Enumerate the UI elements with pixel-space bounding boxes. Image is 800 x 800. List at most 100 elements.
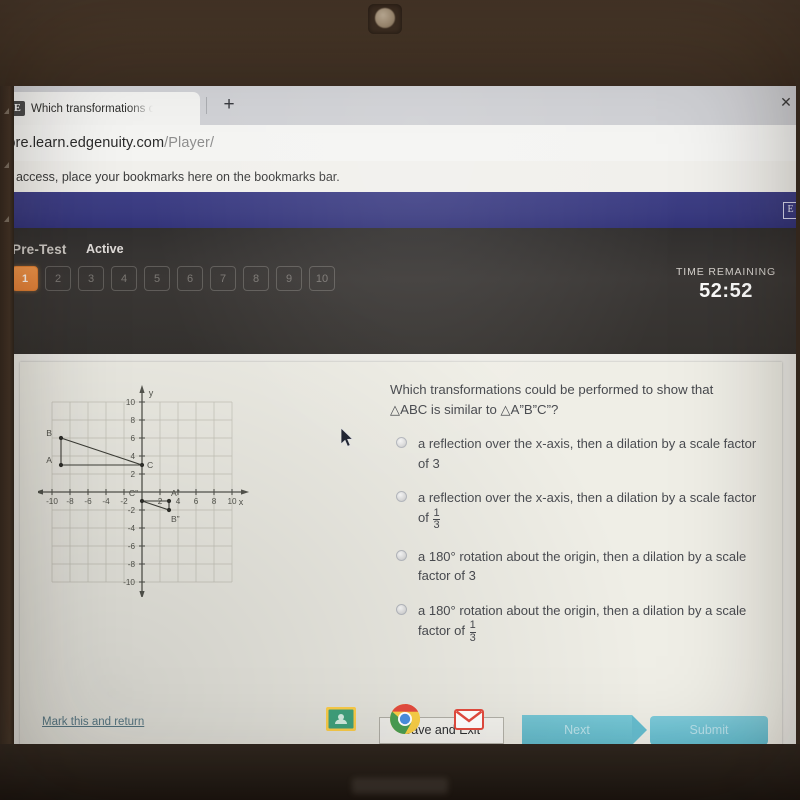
answer-option-label-4: a 180° rotation about the origin, then a… [418, 602, 747, 644]
vertex-point-C [139, 462, 145, 468]
webcam-icon [375, 8, 395, 28]
y-tick-label: -2 [128, 506, 136, 515]
time-remaining-value: 52:52 [699, 280, 753, 302]
laptop-bottom-bezel [0, 744, 800, 800]
question-column: Which transformations could be performed… [390, 380, 762, 659]
x-tick-label: 8 [212, 497, 217, 506]
time-remaining: TIME REMAINING 52:52 [666, 266, 786, 303]
y-tick-label: 10 [126, 398, 136, 407]
question-text: Which transformations could be performed… [390, 380, 762, 419]
laptop-screen: E Which transformations could be ✕ + cor… [0, 86, 800, 746]
graph-svg: -10 -8 -6 -4 -2 2 4 6 8 10108642-2-4-6-8-10xyABCC… [34, 384, 250, 600]
tab-divider [206, 97, 207, 114]
laptop-photo: E Which transformations could be ✕ + cor… [0, 0, 800, 800]
y-tick-label: 4 [130, 452, 135, 461]
site-navbar: E [0, 192, 800, 228]
x-axis-arrow-negative [34, 489, 43, 495]
x-axis-arrow [241, 489, 250, 495]
y-tick-label: -4 [128, 524, 136, 533]
x-axis-label: x [239, 497, 244, 507]
answer-option-label-3: a 180° rotation about the origin, then a… [418, 548, 747, 584]
bookmarks-hint-text: ck access, place your bookmarks here on … [0, 169, 340, 184]
url-path: /Player/ [164, 135, 215, 151]
edge-marker-icon [4, 108, 9, 114]
vertex-label-C”: C” [129, 488, 138, 498]
question-number-8[interactable]: 8 [243, 266, 269, 291]
radio-button-1[interactable] [396, 437, 407, 449]
fraction-2: 13 [433, 507, 440, 532]
close-icon[interactable]: ✕ [779, 95, 793, 109]
question-number-1[interactable]: 1 [12, 266, 38, 291]
vertex-point-B” [166, 507, 172, 513]
y-tick-label: 2 [130, 470, 135, 479]
question-number-9[interactable]: 9 [276, 266, 302, 291]
y-tick-label: -10 [123, 578, 135, 587]
os-taskbar [14, 692, 796, 746]
answer-option-3[interactable]: a 180° rotation about the origin, then a… [390, 547, 762, 586]
x-tick-label: -2 [120, 497, 128, 506]
vertex-point-C” [139, 498, 145, 504]
browser-tab-strip: E Which transformations could be ✕ + [0, 86, 800, 125]
question-number-3[interactable]: 3 [78, 266, 104, 291]
fraction-denominator: 3 [433, 519, 440, 532]
y-axis-arrow [139, 384, 145, 393]
browser-tab[interactable]: E Which transformations could be [4, 92, 200, 125]
browser-omnibox[interactable]: core.learn.edgenuity.com/Player/ [0, 125, 800, 161]
quiz-header: Pre-Test Active 1 2 3 4 5 6 7 8 9 10 TIME REMAINI… [0, 228, 800, 354]
vertex-point-B [58, 435, 64, 441]
vertex-label-C: C [147, 460, 153, 470]
question-number-10[interactable]: 10 [309, 266, 335, 291]
question-line-1: Which transformations could be performed… [390, 382, 714, 397]
chrome-icon[interactable] [388, 702, 422, 736]
vertex-label-B: B [46, 428, 52, 438]
mouse-cursor-icon [341, 428, 354, 447]
section-label: Pre-Test [12, 242, 67, 257]
x-tick-label: -10 [46, 497, 58, 506]
triangle-a2b2c2 [141, 500, 170, 511]
answer-option-2[interactable]: a reflection over the x-axis, then a dil… [390, 488, 762, 532]
question-number-4[interactable]: 4 [111, 266, 137, 291]
fraction-4: 13 [469, 619, 476, 644]
y-tick-label: 8 [130, 416, 135, 425]
vertex-label-A: A [46, 455, 52, 465]
question-number-list: 1 2 3 4 5 6 7 8 9 10 [12, 266, 335, 291]
url-host: core.learn.edgenuity.com [0, 135, 165, 151]
radio-button-2[interactable] [396, 491, 407, 503]
x-tick-label: 10 [227, 497, 237, 506]
edge-marker-icon [4, 216, 9, 222]
vertex-label-B”: B” [171, 514, 180, 524]
fraction-denominator: 3 [469, 631, 476, 644]
laptop-left-bezel [0, 86, 14, 746]
x-tick-label: -8 [66, 497, 74, 506]
question-number-5[interactable]: 5 [144, 266, 170, 291]
coordinate-graph: -10 -8 -6 -4 -2 2 4 6 8 10 10 8 6 4 2 -2 -4 -6 -8 -10 x y A B C C… [34, 372, 273, 600]
y-axis-label: y [149, 388, 154, 398]
fraction-numerator: 1 [469, 619, 476, 632]
x-tick-label: 4 [176, 497, 181, 506]
radio-button-3[interactable] [396, 549, 407, 561]
question-line-2: △ABC is similar to △A”B”C”? [390, 401, 559, 417]
time-remaining-label: TIME REMAINING [675, 266, 777, 278]
radio-button-4[interactable] [396, 603, 407, 615]
question-number-6[interactable]: 6 [177, 266, 203, 291]
answer-option-label-1: a reflection over the x-axis, then a dil… [418, 436, 757, 471]
x-tick-label: -4 [102, 497, 110, 506]
tab-title: Which transformations could be [31, 102, 153, 115]
status-label: Active [86, 242, 124, 256]
vertex-label-A”: A” [171, 488, 180, 498]
google-classroom-icon[interactable] [324, 702, 358, 736]
bookmarks-bar[interactable]: ck access, place your bookmarks here on … [0, 161, 800, 193]
y-tick-label: 6 [130, 434, 135, 443]
answer-option-1[interactable]: a reflection over the x-axis, then a dil… [390, 434, 762, 473]
answer-option-label-2: a reflection over the x-axis, then a dil… [418, 490, 757, 532]
answer-option-4[interactable]: a 180° rotation about the origin, then a… [390, 601, 762, 645]
address-bar-text: core.learn.edgenuity.com/Player/ [0, 135, 214, 151]
vertex-point-A” [166, 498, 172, 504]
question-number-2[interactable]: 2 [45, 266, 71, 291]
question-card: -10 -8 -6 -4 -2 2 4 6 8 10 10 8 6 4 2 -2 -4 -6 -8 -10 x y A B C C… [20, 362, 782, 746]
question-number-7[interactable]: 7 [210, 266, 236, 291]
y-tick-label: -6 [128, 542, 136, 551]
new-tab-button[interactable]: + [220, 95, 238, 114]
x-tick-label: -6 [84, 497, 92, 506]
gmail-icon[interactable] [452, 702, 486, 736]
